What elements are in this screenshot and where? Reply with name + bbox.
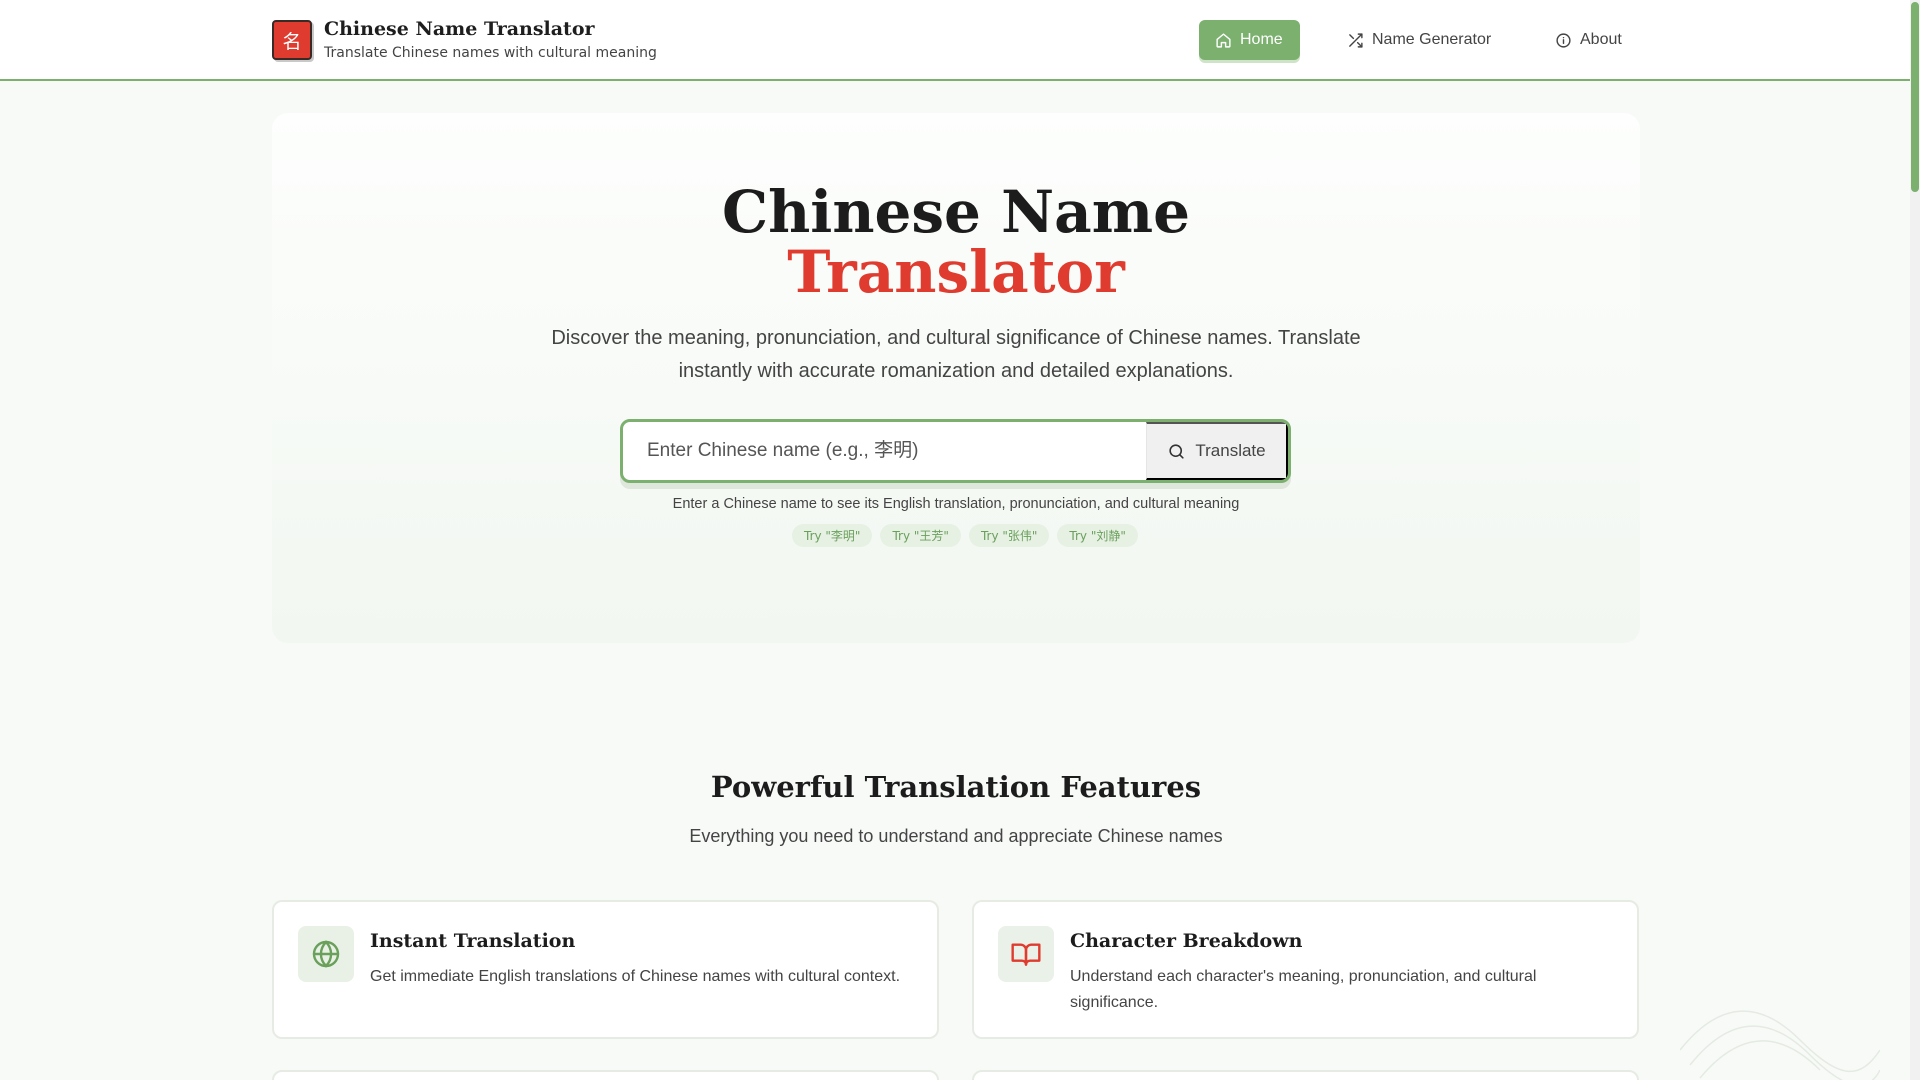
feature-card-description: Understand each character's meaning, pro… xyxy=(1070,968,1537,1011)
feature-card-character-breakdown: Character Breakdown Understand each char… xyxy=(972,900,1639,1039)
hero-title-line2: Translator xyxy=(787,238,1125,306)
search-icon xyxy=(1169,443,1184,459)
example-chip[interactable]: Try "李明" xyxy=(792,524,873,547)
feature-card-instant-translation: Instant Translation Get immediate Englis… xyxy=(272,900,939,1039)
features-subtitle: Everything you need to understand and ap… xyxy=(689,826,1223,846)
search-hint: Enter a Chinese name to see its English … xyxy=(672,496,1240,512)
info-icon xyxy=(1556,32,1571,48)
example-chips: Try "李明" Try "王芳" Try "张伟" Try "刘静" xyxy=(792,524,1138,547)
nav-home-link[interactable]: Home xyxy=(1199,20,1300,60)
feature-card-partial xyxy=(272,1070,939,1080)
wave-decoration xyxy=(1680,1010,1880,1080)
nav-name-generator-link[interactable]: Name Generator xyxy=(1331,20,1507,60)
feature-card-title: Character Breakdown xyxy=(1070,930,1303,952)
feature-card-description: Get immediate English translations of Ch… xyxy=(370,968,901,985)
page-scrollbar[interactable] xyxy=(1910,0,1920,1080)
nav-about-link[interactable]: About xyxy=(1539,20,1638,60)
nav-about-label: About xyxy=(1580,31,1622,48)
example-chip[interactable]: Try "刘静" xyxy=(1057,524,1138,547)
brand-subtitle: Translate Chinese names with cultural me… xyxy=(324,45,657,61)
nav-home-label: Home xyxy=(1240,31,1283,48)
home-icon xyxy=(1216,32,1231,48)
globe-icon xyxy=(298,926,354,982)
nav-name-generator-label: Name Generator xyxy=(1372,31,1492,48)
brand-title[interactable]: Chinese Name Translator xyxy=(324,18,595,40)
logo-icon[interactable]: 名 xyxy=(272,20,312,60)
scrollbar-thumb[interactable] xyxy=(1911,2,1919,192)
feature-card-title: Instant Translation xyxy=(370,930,576,952)
hero-title-line1: Chinese Name xyxy=(721,178,1191,246)
example-chip[interactable]: Try "王芳" xyxy=(880,524,961,547)
book-open-icon xyxy=(998,926,1054,982)
feature-card-partial xyxy=(972,1070,1639,1080)
translate-button[interactable]: Translate xyxy=(1146,422,1288,480)
features-title: Powerful Translation Features xyxy=(710,770,1202,804)
search-bar: Translate xyxy=(620,419,1291,483)
shuffle-icon xyxy=(1349,32,1363,48)
hero-description: Discover the meaning, pronunciation, and… xyxy=(551,327,1361,382)
site-header: 名 Chinese Name Translator Translate Chin… xyxy=(0,0,1910,81)
example-chip[interactable]: Try "张伟" xyxy=(968,524,1050,547)
translate-button-label: Translate xyxy=(1195,441,1266,460)
name-search-input[interactable] xyxy=(623,422,1151,480)
